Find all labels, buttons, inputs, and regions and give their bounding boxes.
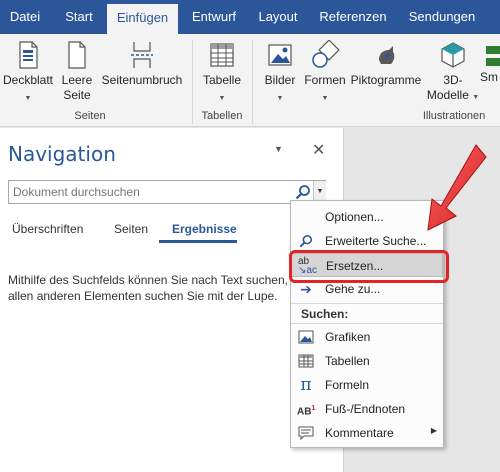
red-arrow-icon xyxy=(427,144,487,231)
